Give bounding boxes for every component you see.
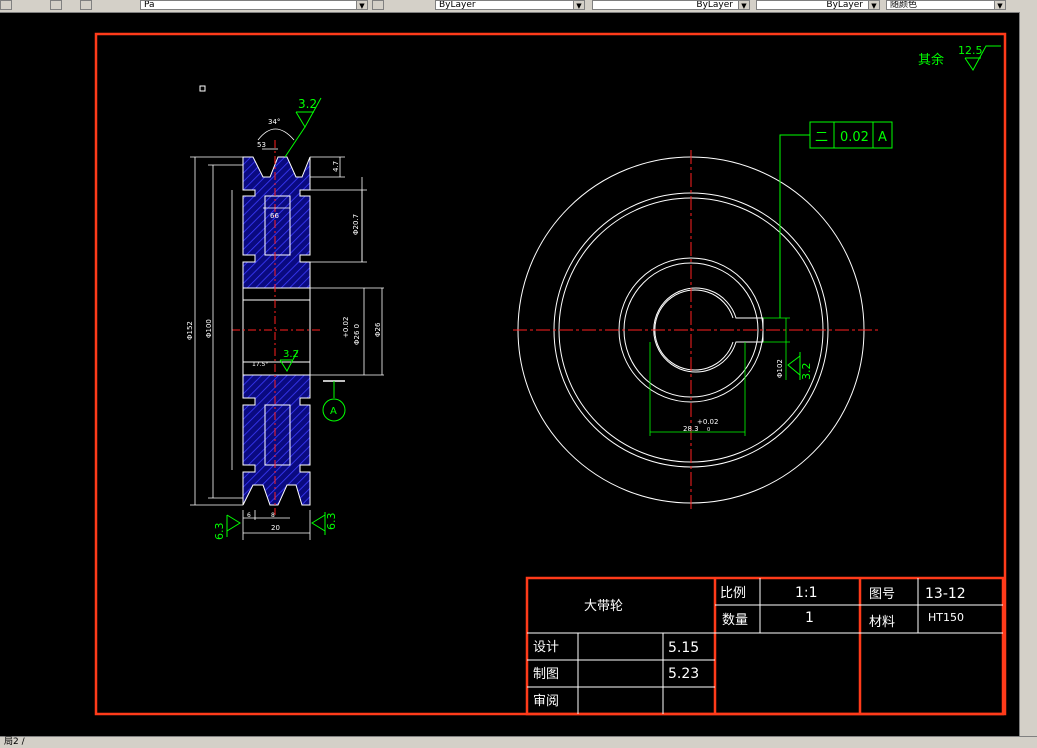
dim-47: 4.7	[332, 161, 340, 172]
layer-icon[interactable]	[50, 0, 62, 10]
material-value: HT150	[928, 611, 964, 624]
dim-phi152: Φ152	[186, 321, 194, 340]
dim-53: 53	[257, 141, 266, 149]
layer-state-icon[interactable]	[80, 0, 92, 10]
lineweight-value: ByLayer	[826, 0, 863, 10]
roughness-keyway-icon	[787, 352, 801, 380]
qty-value: 1	[805, 610, 814, 626]
design-date: 5.15	[668, 640, 699, 656]
roughness-right-icon	[311, 512, 326, 535]
tolerance-value: 0.02	[840, 130, 869, 145]
plotstyle-value: 随颜色	[890, 0, 918, 10]
vertical-scrollbar[interactable]	[1019, 12, 1037, 736]
roughness-other-label: 其余	[918, 52, 944, 68]
chevron-down-icon[interactable]: ▼	[356, 1, 367, 9]
ucs-marker	[199, 85, 206, 92]
key-dim: Φ102	[776, 359, 784, 378]
title-block: 大带轮 比例 1:1 图号 13-12 数量 1 材料 HT150 设计 5.1…	[525, 576, 1005, 716]
color-value: ByLayer	[439, 0, 476, 10]
dim-bore: Φ26 0	[353, 324, 361, 345]
scale-label: 比例	[720, 586, 746, 601]
dim-20: 20	[271, 524, 280, 532]
chevron-down-icon[interactable]: ▼	[738, 1, 749, 9]
layer-dropdown[interactable]: Pa ▼	[140, 0, 368, 10]
dim-bore-tol: +0.02	[342, 317, 350, 338]
roughness-mid-value: 3.2	[283, 349, 299, 360]
plotstyle-dropdown[interactable]: 随颜色 ▼	[886, 0, 1006, 10]
scale-value: 1:1	[795, 585, 818, 601]
dim-phi26: Φ26	[374, 322, 382, 337]
datum-label: A	[330, 406, 337, 417]
tolerance-frame: 二 0.02 A	[779, 121, 893, 318]
part-name: 大带轮	[584, 599, 623, 614]
web-upper	[264, 195, 291, 256]
roughness-top-value: 3.2	[298, 97, 317, 111]
chevron-down-icon[interactable]: ▼	[573, 1, 584, 9]
keyway-width-tol: +0.02	[697, 418, 718, 426]
roughness-left-value: 6.3	[213, 523, 226, 541]
chevron-down-icon[interactable]: ▼	[868, 1, 879, 9]
dim-phi207: Φ20.7	[352, 214, 360, 235]
dim-6: 6	[247, 512, 251, 519]
roughness-keyway-value: 3.2	[800, 363, 813, 381]
draw-label: 制图	[533, 667, 559, 682]
match-properties-icon[interactable]	[372, 0, 384, 10]
datum-A-marker: A	[322, 380, 346, 422]
groove-angle-label: 34°	[268, 118, 280, 126]
section-view: 34° 3.2 53 66 Φ152 Φ100 4.7 Φ20.7 +0.02 …	[186, 97, 384, 540]
tolerance-datum: A	[878, 130, 887, 145]
tolerance-symbol: 二	[815, 130, 828, 145]
roughness-other-value: 12.5	[958, 44, 983, 57]
layer-value: Pa	[144, 0, 155, 10]
review-label: 审阅	[533, 694, 559, 709]
tab-layout[interactable]: 局2 /	[0, 737, 29, 748]
material-label: 材料	[869, 615, 895, 630]
linetype-value: ByLayer	[696, 0, 733, 10]
color-dropdown[interactable]: ByLayer ▼	[435, 0, 585, 10]
chevron-down-icon[interactable]: ▼	[994, 1, 1005, 9]
keyway-depth: 28.3	[683, 425, 699, 433]
drawing-no-label: 图号	[869, 587, 895, 602]
roughness-left-icon	[226, 514, 241, 537]
roughness-right-value: 6.3	[325, 513, 338, 531]
dim-8: 8	[271, 512, 275, 519]
dim-phi100: Φ100	[205, 319, 213, 338]
design-label: 设计	[533, 640, 559, 655]
draw-date: 5.23	[668, 666, 699, 682]
toolbar-button[interactable]	[0, 0, 12, 10]
linetype-dropdown[interactable]: ByLayer ▼	[592, 0, 750, 10]
layout-tabs-bar: 局2 /	[0, 736, 1037, 748]
keyway-tol-small: 0	[707, 427, 710, 433]
drawing-no-value: 13-12	[925, 586, 966, 602]
front-view: 二 0.02 A +0.02 28.3 0 Φ102 3.2	[513, 121, 893, 512]
web-lower	[264, 404, 291, 466]
drawing-canvas[interactable]: 其余 12.5 34° 3.2 53 66 Φ152 Φ100 4.7 Φ20.…	[0, 12, 1019, 736]
dim-66: 66	[270, 212, 279, 220]
lineweight-dropdown[interactable]: ByLayer ▼	[756, 0, 880, 10]
angle-175: 17.5°	[252, 361, 268, 368]
qty-label: 数量	[722, 613, 748, 628]
